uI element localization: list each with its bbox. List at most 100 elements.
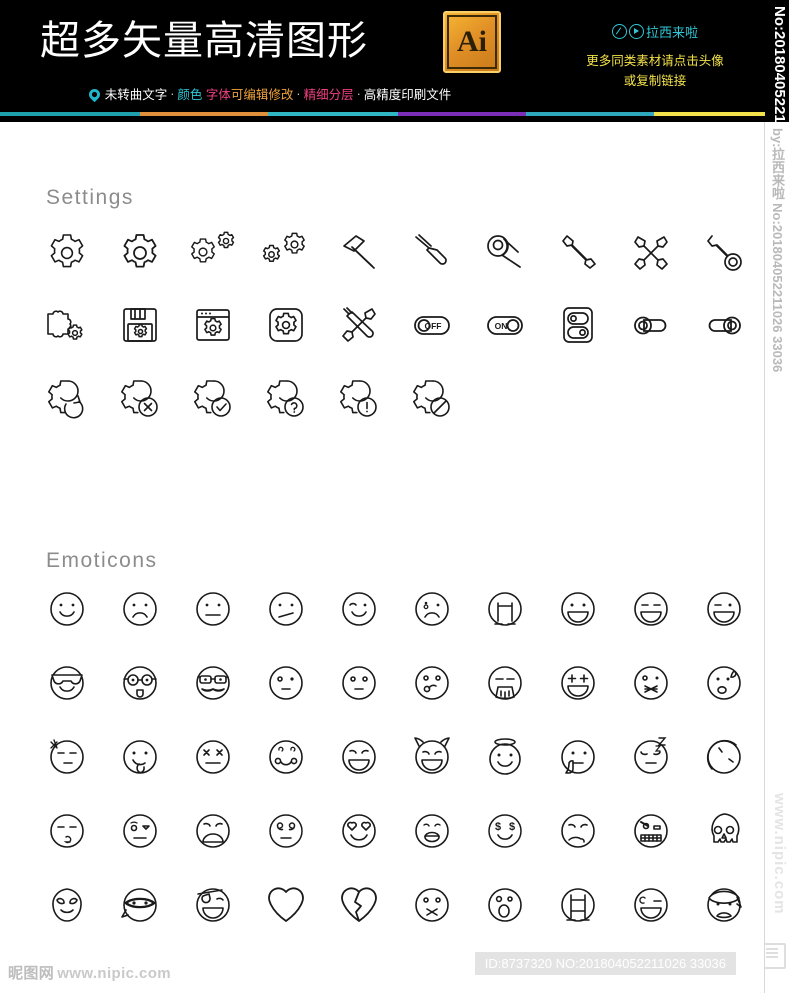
- vomit-icon[interactable]: [468, 658, 542, 714]
- blank-icon[interactable]: [322, 658, 396, 714]
- teeth-smile-icon[interactable]: [395, 806, 469, 862]
- vertical-watermark: www.nipic.com: [771, 793, 788, 915]
- gear-blocked-icon[interactable]: [395, 374, 469, 430]
- gritted-teeth-icon[interactable]: [614, 806, 688, 862]
- expressionless-icon[interactable]: [249, 658, 323, 714]
- smile-icon[interactable]: [30, 584, 104, 640]
- feature-2: 颜色: [177, 88, 203, 102]
- gear-close-icon[interactable]: [103, 374, 177, 430]
- section-title-emoticons: Emoticons: [46, 549, 158, 572]
- ratchet-wrench-icon[interactable]: [468, 228, 542, 284]
- gear-refresh-icon[interactable]: [30, 374, 104, 430]
- zipper-mouth-icon[interactable]: [614, 658, 688, 714]
- screwdriver-icon[interactable]: [395, 228, 469, 284]
- happy-laugh-icon[interactable]: [322, 732, 396, 788]
- neutral-icon[interactable]: [176, 584, 250, 640]
- sliced-face-icon[interactable]: [687, 732, 761, 788]
- dead-eyes-icon[interactable]: [176, 732, 250, 788]
- toggle-off-icon[interactable]: OFF: [395, 300, 469, 356]
- location-pin-icon: [86, 86, 102, 103]
- whistle-icon[interactable]: [395, 658, 469, 714]
- feature-1: 未转曲文字: [104, 88, 168, 102]
- money-eyes-icon[interactable]: $ $: [468, 806, 542, 862]
- gears-triple-icon[interactable]: [249, 228, 323, 284]
- grin-icon[interactable]: [541, 584, 615, 640]
- shocked-icon[interactable]: [468, 880, 542, 936]
- sunglasses-icon[interactable]: [30, 658, 104, 714]
- footer-watermark-url: www.nipic.com: [57, 965, 172, 982]
- app-gear-icon[interactable]: [249, 300, 323, 356]
- star-eyes-icon[interactable]: [541, 658, 615, 714]
- mustache-glasses-icon[interactable]: [176, 658, 250, 714]
- color-bar-2: [140, 112, 268, 116]
- gear-solid-icon[interactable]: [103, 228, 177, 284]
- slider-left-icon[interactable]: [614, 300, 688, 356]
- heart-eyes-icon[interactable]: [322, 806, 396, 862]
- bandaged-icon[interactable]: [687, 880, 761, 936]
- browser-gear-icon[interactable]: [176, 300, 250, 356]
- tongue-out-icon[interactable]: [103, 732, 177, 788]
- wrench-icon[interactable]: [541, 228, 615, 284]
- frown-icon[interactable]: [103, 584, 177, 640]
- angel-icon[interactable]: [468, 732, 542, 788]
- dizzy-icon[interactable]: [249, 806, 323, 862]
- skull-icon[interactable]: [687, 806, 761, 862]
- hammer-icon[interactable]: [322, 228, 396, 284]
- smirk-wink-icon[interactable]: [614, 880, 688, 936]
- sobbing-icon[interactable]: [468, 584, 542, 640]
- devil-icon[interactable]: [395, 732, 469, 788]
- pen-circle-icon: [611, 24, 627, 39]
- page-title: 超多矢量高清图形: [40, 18, 368, 64]
- toggle-on-icon[interactable]: ON: [468, 300, 542, 356]
- laugh-wink-icon[interactable]: [687, 584, 761, 640]
- svg-text:$: $: [509, 821, 515, 833]
- pirate-icon[interactable]: [176, 880, 250, 936]
- kiss-icon[interactable]: [30, 806, 104, 862]
- ai-badge-inner: Ai: [447, 15, 497, 69]
- sealed-lips-icon[interactable]: [395, 880, 469, 936]
- sick-icon[interactable]: [541, 806, 615, 862]
- color-bar-3: [268, 112, 398, 116]
- wrench-screwdriver-icon[interactable]: [322, 300, 396, 356]
- separator-dot-3: ·: [356, 86, 361, 101]
- nerd-icon[interactable]: [103, 658, 177, 714]
- laugh-closed-eyes-icon[interactable]: [614, 584, 688, 640]
- gears-double-icon[interactable]: [176, 228, 250, 284]
- footer-id-label: ID:8737320 NO:201804052211026 33036: [474, 952, 736, 975]
- combination-wrench-icon[interactable]: [687, 228, 761, 284]
- sweat-surprise-icon[interactable]: [687, 658, 761, 714]
- separator-dot-1: ·: [170, 86, 175, 101]
- wink-smile-icon[interactable]: [322, 584, 396, 640]
- worried-icon[interactable]: [176, 806, 250, 862]
- author-promo-line-1: 更多同类素材请点击头像: [586, 54, 724, 68]
- ai-badge-label: Ai: [457, 25, 487, 58]
- confused-icon[interactable]: [249, 584, 323, 640]
- color-bar-4: [398, 112, 526, 116]
- feature-5: 精细分层: [303, 88, 354, 102]
- slider-right-icon[interactable]: [687, 300, 761, 356]
- angry-vein-icon[interactable]: [30, 732, 104, 788]
- alien-icon[interactable]: [30, 880, 104, 936]
- feature-3: 字体: [205, 88, 231, 102]
- svg-text:$: $: [495, 821, 501, 833]
- puzzle-gear-icon[interactable]: [30, 300, 104, 356]
- shush-icon[interactable]: [541, 732, 615, 788]
- floppy-gear-icon[interactable]: [103, 300, 177, 356]
- gear-alert-icon[interactable]: [322, 374, 396, 430]
- gear-check-icon[interactable]: [176, 374, 250, 430]
- dual-switch-icon[interactable]: [541, 300, 615, 356]
- braces-icon[interactable]: [541, 880, 615, 936]
- broken-heart-icon[interactable]: [322, 880, 396, 936]
- footer-watermark-cn: 昵图网: [8, 965, 55, 982]
- crossed-wrenches-icon[interactable]: [614, 228, 688, 284]
- gear-icon[interactable]: [30, 228, 104, 284]
- blush-icon[interactable]: [249, 732, 323, 788]
- sleeping-icon[interactable]: [614, 732, 688, 788]
- crying-icon[interactable]: [395, 584, 469, 640]
- wink-flirt-icon[interactable]: [103, 806, 177, 862]
- adobe-illustrator-badge: Ai: [443, 11, 501, 73]
- heart-icon[interactable]: [249, 880, 323, 936]
- gear-help-icon[interactable]: [249, 374, 323, 430]
- author-name-row: 拉西来啦: [555, 22, 755, 41]
- ninja-icon[interactable]: [103, 880, 177, 936]
